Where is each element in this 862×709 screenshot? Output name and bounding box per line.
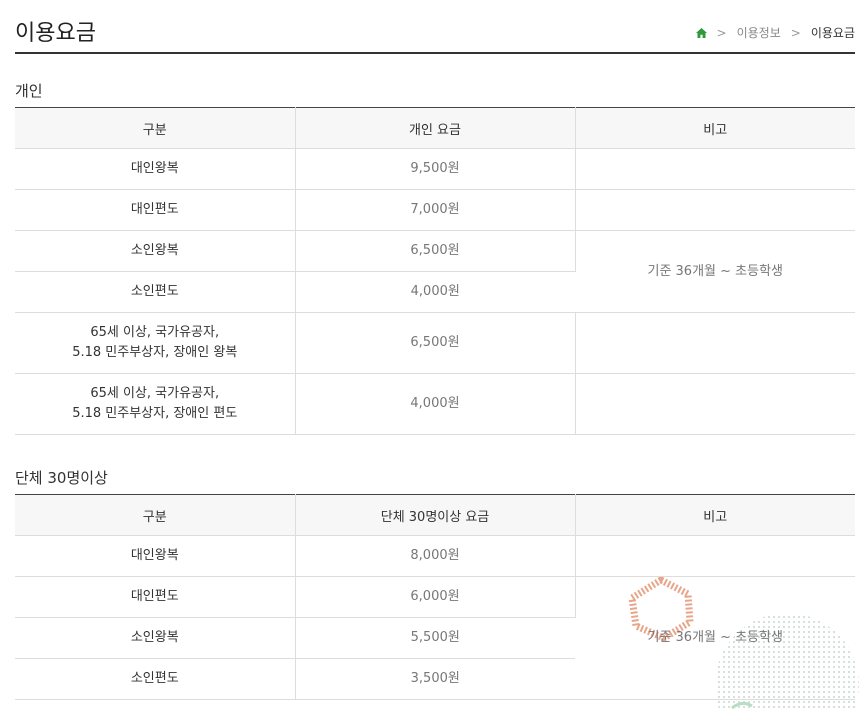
breadcrumb-item-info[interactable]: 이용정보 (737, 24, 781, 41)
fee-category: 대인왕복 (15, 535, 296, 577)
individual-fee-table: 구분 개인 요금 비고 대인왕복 9,500원 대인편도 7,000원 소인왕복… (15, 107, 855, 435)
fee-note-empty (575, 148, 855, 190)
table-row: 65세 이상, 국가유공자, 5.18 민주부상자, 장애인 왕복 6,500원 (15, 312, 855, 374)
fee-category: 대인편도 (15, 189, 296, 231)
fee-category-line: 5.18 민주부상자, 장애인 편도 (72, 406, 238, 421)
column-header: 비고 (575, 494, 855, 536)
fee-category: 65세 이상, 국가유공자, 5.18 민주부상자, 장애인 편도 (15, 373, 296, 435)
fee-price: 6,000원 (295, 576, 576, 618)
fee-category-line: 65세 이상, 국가유공자, (90, 325, 220, 340)
table-row: 소인왕복 6,500원 기준 36개월 ~ 초등학생 (15, 230, 855, 313)
fee-category-line: 65세 이상, 국가유공자, (90, 386, 220, 401)
table-header-row: 구분 개인 요금 비고 (15, 107, 855, 149)
table-row: 대인편도 6,000원 기준 36개월 ~ 초등학생 (15, 576, 855, 700)
fee-category: 소인왕복 (15, 230, 296, 272)
fee-note: 기준 36개월 ~ 초등학생 (575, 230, 855, 313)
group-fee-table: 구분 단체 30명이상 요금 비고 대인왕복 8,000원 대인편도 6,000… (15, 494, 855, 700)
fee-note-empty (575, 189, 855, 231)
section-title-individual: 개인 (15, 82, 43, 100)
table-header-row: 구분 단체 30명이상 요금 비고 (15, 494, 855, 536)
fee-price: 4,000원 (295, 373, 576, 435)
fee-category: 소인왕복 (15, 617, 296, 659)
fee-category: 대인편도 (15, 576, 296, 618)
fee-category: 소인편도 (15, 271, 296, 313)
table-row: 대인왕복 9,500원 (15, 148, 855, 190)
section-title-group: 단체 30명이상 (15, 469, 108, 487)
fee-price: 8,000원 (295, 535, 576, 577)
chevron-right-icon: > (790, 25, 801, 40)
column-header: 개인 요금 (295, 107, 576, 149)
column-header: 구분 (15, 494, 296, 536)
fee-price: 5,500원 (295, 617, 575, 659)
fee-category: 대인왕복 (15, 148, 296, 190)
chevron-right-icon: > (716, 25, 727, 40)
fee-category: 소인편도 (15, 658, 296, 700)
fee-price: 6,500원 (295, 312, 576, 374)
fee-note-empty (575, 373, 855, 435)
fee-price: 9,500원 (295, 148, 576, 190)
column-header: 구분 (15, 107, 296, 149)
fee-price: 7,000원 (295, 189, 576, 231)
breadcrumb: > 이용정보 > 이용요금 (695, 24, 855, 41)
table-row: 대인왕복 8,000원 (15, 535, 855, 577)
fee-price: 4,000원 (295, 271, 575, 313)
table-row: 65세 이상, 국가유공자, 5.18 민주부상자, 장애인 편도 4,000원 (15, 373, 855, 435)
fee-price: 3,500원 (295, 658, 575, 700)
page-title: 이용요금 (15, 21, 96, 46)
breadcrumb-item-current: 이용요금 (810, 26, 855, 40)
fee-category: 65세 이상, 국가유공자, 5.18 민주부상자, 장애인 왕복 (15, 312, 296, 374)
home-icon[interactable] (695, 27, 707, 38)
fee-note-empty (575, 312, 855, 374)
fee-note-empty (575, 535, 855, 577)
fee-category-line: 5.18 민주부상자, 장애인 왕복 (72, 345, 238, 360)
column-header: 단체 30명이상 요금 (295, 494, 576, 536)
fee-price: 6,500원 (295, 230, 576, 272)
fee-note: 기준 36개월 ~ 초등학생 (575, 576, 855, 700)
table-row: 대인편도 7,000원 (15, 189, 855, 231)
page-header: 이용요금 > 이용정보 > 이용요금 (15, 0, 855, 54)
column-header: 비고 (575, 107, 855, 149)
